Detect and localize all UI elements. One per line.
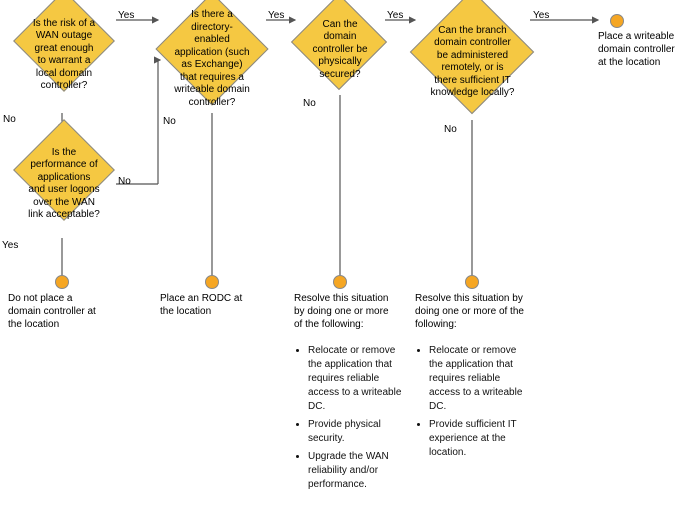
- terminal-out1: [610, 14, 624, 28]
- bullet-4-3: Upgrade the WAN reliability and/or perfo…: [308, 450, 409, 492]
- terminal-out4: [333, 275, 347, 289]
- diamond-1-label: Is the risk of a WAN outage great enough…: [14, 5, 114, 105]
- diamond-2-label: Is there a directory-enabled application…: [158, 5, 266, 113]
- diamond-1: Is the risk of a WAN outage great enough…: [14, 5, 114, 105]
- outcome-4-text: Resolve this situation by doing one or m…: [294, 292, 399, 331]
- label-d3-no: No: [303, 98, 316, 109]
- label-d3-yes: Yes: [387, 10, 403, 21]
- outcome-2: Do not place a domain controller at the …: [8, 292, 108, 331]
- bullet-5-1: Relocate or remove the application that …: [429, 344, 530, 414]
- terminal-out3: [205, 275, 219, 289]
- outcome-5-bullets: Relocate or remove the application that …: [415, 344, 530, 460]
- terminal-out2: [55, 275, 69, 289]
- label-d1-yes: Yes: [118, 10, 134, 21]
- diamond-5-label: Is the performance of applications and u…: [14, 130, 114, 238]
- diamond-2: Is there a directory-enabled application…: [158, 5, 266, 113]
- label-d4-no: No: [444, 124, 457, 135]
- label-d2-yes: Yes: [268, 10, 284, 21]
- bullet-4-1: Relocate or remove the application that …: [308, 344, 409, 414]
- label-d4-yes: Yes: [533, 10, 549, 21]
- bullet-5-2: Provide sufficient IT experience at the …: [429, 418, 530, 460]
- diamond-5: Is the performance of applications and u…: [14, 130, 114, 238]
- outcome-4-bullets: Relocate or remove the application that …: [294, 344, 409, 492]
- label-d5-yes: Yes: [2, 240, 18, 251]
- outcome-1: Place a writeable domain controller at t…: [598, 30, 678, 69]
- outcome-5-text: Resolve this situation by doing one or m…: [415, 292, 525, 331]
- diamond-4-label: Can the branch domain controller be admi…: [415, 3, 530, 121]
- diamond-3: Can the domain controller be physically …: [295, 5, 385, 95]
- outcome-3: Place an RODC at the location: [160, 292, 255, 318]
- label-d5-no: No: [118, 176, 131, 187]
- label-d2-no: No: [163, 116, 176, 127]
- diamond-4: Can the branch domain controller be admi…: [415, 3, 530, 121]
- bullet-4-2: Provide physical security.: [308, 418, 409, 446]
- label-d1-no: No: [3, 114, 16, 125]
- diamond-3-label: Can the domain controller be physically …: [295, 5, 385, 95]
- flowchart: Is the risk of a WAN outage great enough…: [0, 0, 681, 513]
- terminal-out5: [465, 275, 479, 289]
